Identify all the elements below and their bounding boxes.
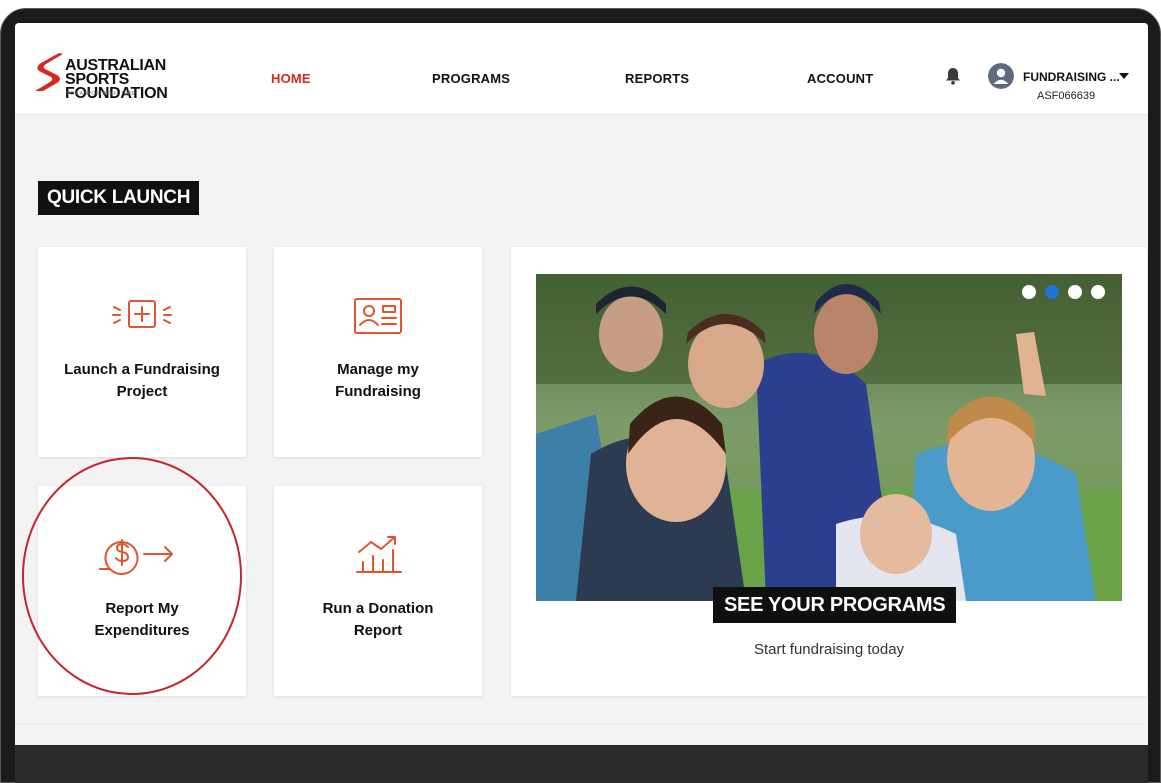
tile-label-line-2: Report <box>353 622 403 639</box>
tile-label: Report My Expenditures <box>52 598 232 642</box>
nav-programs[interactable]: PROGRAMS <box>432 71 510 86</box>
avatar-icon[interactable] <box>988 63 1014 89</box>
tile-label: Run a Donation Report <box>288 598 468 642</box>
nav-reports[interactable]: REPORTS <box>625 71 689 86</box>
tile-label: Manage my Fundraising <box>288 359 468 403</box>
bell-icon[interactable] <box>945 67 961 85</box>
tile-label: Launch a Fundraising Project <box>52 359 232 403</box>
tile-label-line-1: Launch a Fundraising <box>64 361 220 378</box>
programs-promo-card[interactable] <box>511 247 1147 696</box>
nav-account[interactable]: ACCOUNT <box>807 71 873 86</box>
tile-launch-fundraising-project[interactable]: Launch a Fundraising Project <box>38 247 246 457</box>
carousel-dot-2[interactable] <box>1045 285 1059 299</box>
app-screen: AUSTRALIAN SPORTS FOUNDATION FOR A SPORT… <box>15 23 1148 783</box>
tile-label-line-1: Run a Donation <box>322 600 434 617</box>
tile-label-line-2: Project <box>116 383 168 400</box>
device-bottom-bezel <box>15 745 1148 783</box>
carousel-dot-1[interactable] <box>1022 285 1036 299</box>
id-card-icon <box>354 298 402 334</box>
group-of-smiling-athletes-photo <box>536 274 1122 601</box>
tile-label-line-2: Fundraising <box>335 383 421 400</box>
caret-down-icon[interactable] <box>1119 72 1129 80</box>
asf-logo[interactable]: AUSTRALIAN SPORTS FOUNDATION FOR A SPORT… <box>33 51 233 102</box>
tile-manage-my-fundraising[interactable]: Manage my Fundraising <box>274 247 482 457</box>
carousel-dot-3[interactable] <box>1068 285 1082 299</box>
chart-growth-icon <box>356 536 402 573</box>
device-frame: AUSTRALIAN SPORTS FOUNDATION FOR A SPORT… <box>0 8 1161 783</box>
tile-label-line-2: Expenditures <box>94 622 190 639</box>
user-account-id: ASF066639 <box>1037 90 1096 102</box>
top-navigation-bar: AUSTRALIAN SPORTS FOUNDATION FOR A SPORT… <box>15 23 1148 115</box>
plus-box-sparkle-icon <box>112 300 172 328</box>
tile-label-line-1: Manage my <box>337 361 419 378</box>
dollar-arrow-icon <box>99 539 173 575</box>
asf-logo-icon <box>35 53 63 91</box>
tile-label-line-1: Report My <box>105 600 179 617</box>
nav-home[interactable]: HOME <box>271 71 311 86</box>
tile-run-donation-report[interactable]: Run a Donation Report <box>274 486 482 696</box>
tile-report-my-expenditures[interactable]: Report My Expenditures <box>38 486 246 696</box>
logo-tagline: FOR A SPORTING FUTURE <box>67 91 136 97</box>
promo-subtitle: Start fundraising today <box>753 641 905 658</box>
see-your-programs-button[interactable]: SEE YOUR PROGRAMS <box>713 587 957 623</box>
user-name[interactable]: FUNDRAISING ... <box>1023 70 1120 84</box>
quick-launch-heading: QUICK LAUNCH <box>38 181 200 215</box>
carousel-dot-4[interactable] <box>1091 285 1105 299</box>
content-divider <box>15 723 1148 724</box>
